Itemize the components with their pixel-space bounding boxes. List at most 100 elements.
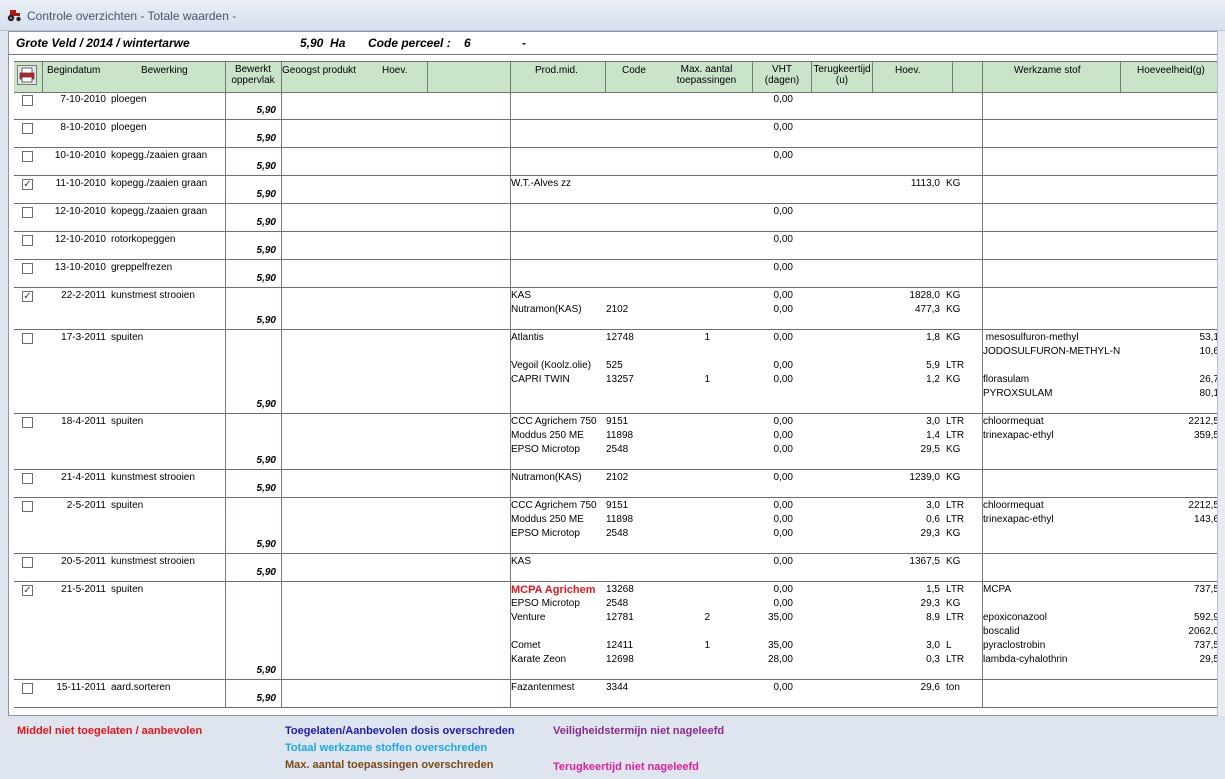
row-area: 5,90 (256, 315, 276, 326)
product-amount: 477,3 (914, 304, 940, 315)
product-code: 2548 (606, 598, 629, 609)
row-operation: spuiten (111, 416, 144, 427)
product-amount: 3,0 (926, 416, 940, 427)
product-name: Vegoil (Koolz.olie) (511, 360, 592, 371)
row-checkbox[interactable] (22, 683, 33, 694)
row-date: 13-10-2010 (54, 262, 106, 273)
product-amount: 8,9 (926, 612, 940, 623)
row-operation: aard.sorteren (111, 682, 171, 693)
product-amount: 29,6 (920, 682, 940, 693)
product-code: 2548 (606, 444, 629, 455)
table-row[interactable]: 20-5-2011 kunstmest strooien 5,90 KAS 0,00 13… (14, 554, 1225, 582)
active-substance: florasulam (983, 374, 1030, 385)
substance-amount: 53,1 (1199, 332, 1219, 343)
row-area: 5,90 (256, 161, 276, 172)
code-perceel-label: Code perceel : (368, 36, 451, 50)
substance-amount: 29,5 (1199, 654, 1219, 665)
vht-days: 0,00 (773, 528, 793, 539)
max-applications: 1 (704, 640, 710, 651)
active-substance: PYROXSULAM (983, 388, 1053, 399)
col-hoev-2: Hoev. (895, 65, 921, 76)
row-checkbox[interactable] (22, 207, 33, 218)
vht-days: 0,00 (773, 514, 793, 525)
header-separator (1120, 62, 1121, 92)
table-row[interactable]: 7-10-2010 ploegen 5,90 0,00 (14, 92, 1225, 120)
legend: Middel niet toegelaten / aanbevolen Toeg… (0, 715, 1225, 779)
row-area: 5,90 (256, 539, 276, 550)
vertical-scrollbar[interactable] (1217, 31, 1225, 716)
table-row[interactable]: 12-10-2010 rotorkopeggen 5,90 0,00 (14, 232, 1225, 260)
substance-amount: 737,5 (1193, 640, 1219, 651)
table-row[interactable]: 10-10-2010 kopegg./zaaien graan 5,90 0,00 (14, 148, 1225, 176)
row-checkbox[interactable] (22, 263, 33, 274)
print-button[interactable] (17, 65, 37, 85)
col-bewerkt-line1: Bewerkt (234, 64, 272, 75)
row-checkbox[interactable] (22, 473, 33, 484)
product-unit: LTR (946, 430, 965, 441)
row-checkbox[interactable] (22, 333, 33, 344)
product-name: EPSO Microtop (511, 598, 580, 609)
product-unit: LTR (946, 612, 965, 623)
product-name: Moddus 250 ME (511, 514, 584, 525)
table-row[interactable]: ✓ 21-5-2011 spuiten 5,90 MCPA Agrichem 13268 0… (14, 582, 1225, 680)
active-substance: MCPA (983, 584, 1012, 595)
header-separator (42, 62, 43, 92)
product-code: 2548 (606, 528, 629, 539)
product-amount: 1239,0 (909, 472, 940, 483)
active-substance: chloormequat (983, 416, 1044, 427)
product-name: Nutramon(KAS) (511, 472, 582, 483)
table-row[interactable]: 2-5-2011 spuiten 5,90 CCC Agrichem 750 9151 0… (14, 498, 1225, 554)
row-checkbox[interactable] (22, 557, 33, 568)
table-row[interactable]: 12-10-2010 kopegg./zaaien graan 5,90 0,00 (14, 204, 1225, 232)
product-name: Venture (511, 612, 546, 623)
row-operation: kunstmest strooien (111, 556, 195, 567)
product-name: CAPRI TWIN (511, 374, 570, 385)
row-checkbox[interactable] (22, 151, 33, 162)
row-date: 22-2-2011 (61, 290, 106, 301)
vht-days: 0,00 (773, 472, 793, 483)
col-max-line2: toepassingen (676, 75, 737, 86)
row-checkbox[interactable] (22, 235, 33, 246)
field-header: Grote Veld / 2014 / wintertarwe 5,90 Ha … (9, 32, 1225, 55)
row-checkbox[interactable] (22, 123, 33, 134)
product-code: 13268 (606, 584, 634, 595)
table-row[interactable]: ✓ 11-10-2010 kopegg./zaaien graan 5,90 W.T.-… (14, 176, 1225, 204)
row-area: 5,90 (256, 665, 276, 676)
product-unit: ton (946, 682, 960, 693)
product-amount: 1828,0 (909, 290, 940, 301)
product-code: 11898 (606, 514, 634, 525)
vht-days: 0,00 (773, 94, 793, 105)
active-substance: boscalid (983, 626, 1020, 637)
row-operation: spuiten (111, 500, 144, 511)
legend-active-substances-exceeded: Totaal werkzame stoffen overschreden (285, 742, 488, 754)
table-row[interactable]: 17-3-2011 spuiten 5,90 Atlantis 12748 1 0,00 1,… (14, 330, 1225, 414)
vht-days: 28,00 (767, 654, 793, 665)
row-checkbox[interactable]: ✓ (22, 585, 33, 596)
vht-days: 0,00 (773, 416, 793, 427)
table-row[interactable]: 8-10-2010 ploegen 5,90 0,00 (14, 120, 1225, 148)
table-row[interactable]: ✓ 22-2-2011 kunstmest strooien 5,90 KAS 0,00 1… (14, 288, 1225, 330)
substance-amount: 143,6 (1193, 514, 1219, 525)
row-checkbox[interactable]: ✓ (22, 179, 33, 190)
product-code: 11898 (606, 430, 634, 441)
table-row[interactable]: 15-11-2011 aard.sorteren 5,90 Fazantenmest 3… (14, 680, 1225, 708)
row-checkbox[interactable] (22, 95, 33, 106)
row-checkbox[interactable]: ✓ (22, 291, 33, 302)
row-checkbox[interactable] (22, 417, 33, 428)
row-date: 20-5-2011 (61, 556, 106, 567)
table-row[interactable]: 18-4-2011 spuiten 5,90 CCC Agrichem 750 9151… (14, 414, 1225, 470)
product-code: 13257 (606, 374, 634, 385)
table-row[interactable]: 21-4-2011 kunstmest strooien 5,90 Nutramon(… (14, 470, 1225, 498)
col-bewerkt: Bewerkt oppervlak (225, 64, 281, 86)
product-amount: 3,0 (926, 640, 940, 651)
product-unit: KG (946, 598, 961, 609)
product-unit: KG (946, 178, 961, 189)
col-vht-line2: (dagen) (764, 75, 800, 86)
row-operation: spuiten (111, 332, 144, 343)
product-code: 9151 (606, 500, 629, 511)
table-row[interactable]: 13-10-2010 greppelfrezen 5,90 0,00 (14, 260, 1225, 288)
row-operation: rotorkopeggen (111, 234, 176, 245)
row-checkbox[interactable] (22, 501, 33, 512)
header-separator (872, 62, 873, 92)
row-area: 5,90 (256, 567, 276, 578)
